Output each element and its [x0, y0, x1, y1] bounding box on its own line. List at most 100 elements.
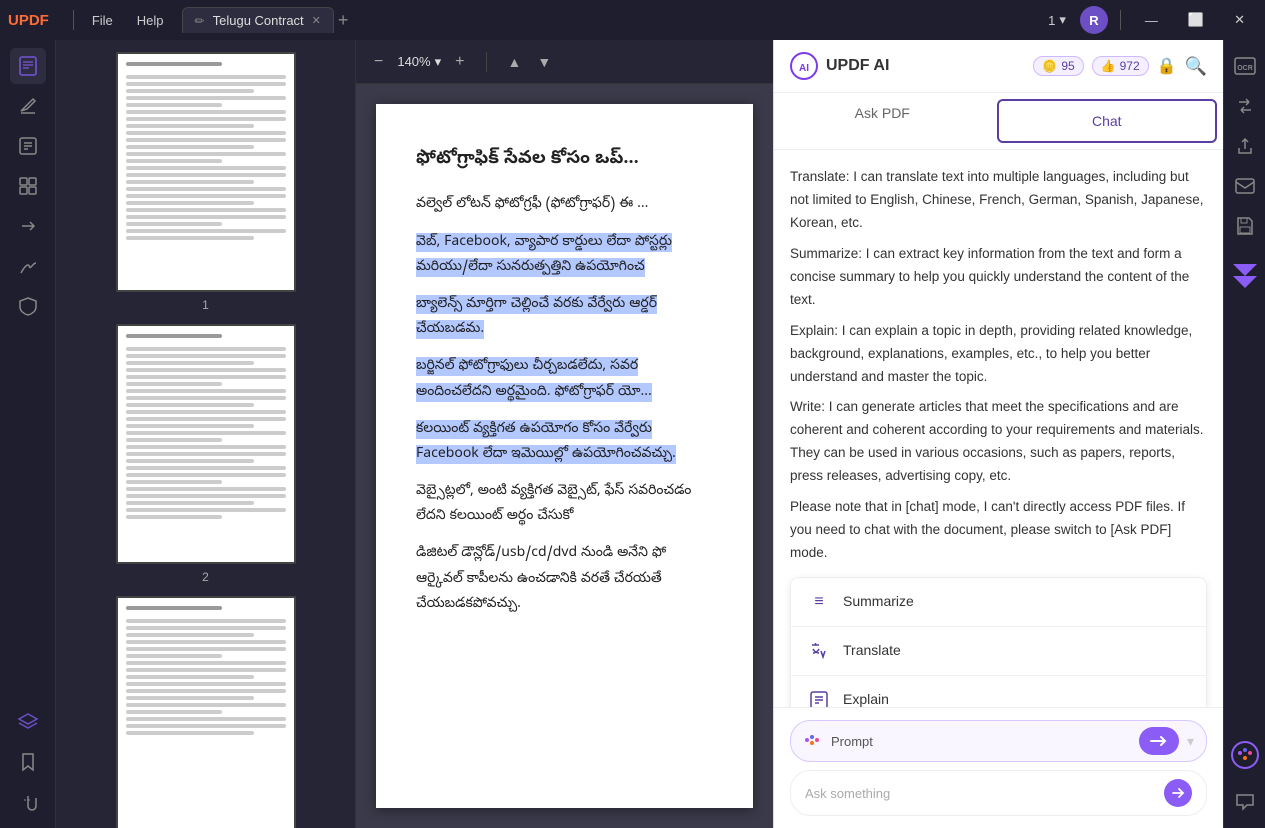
thumbnail-image-3 — [116, 596, 296, 828]
right-ocr-button[interactable]: OCR — [1229, 50, 1261, 82]
prompt-chevron-icon[interactable]: ▾ — [1187, 733, 1194, 750]
ai-panel-title: UPDF AI — [826, 57, 889, 75]
doc-heading: ఫోటోగ్రాఫిక్ సేవల కోసం ఒప్... — [416, 144, 713, 176]
menu-file[interactable]: File — [82, 9, 123, 32]
right-export-button[interactable] — [1229, 130, 1261, 162]
sidebar-item-convert[interactable] — [10, 208, 46, 244]
thumbnail-page-3[interactable]: 3 — [68, 596, 343, 828]
tab-edit-icon: ✏ — [195, 14, 205, 28]
summarize-label: Summarize — [843, 590, 914, 614]
quick-action-translate[interactable]: Translate — [791, 627, 1206, 676]
ai-tabs: Ask PDF Chat — [774, 93, 1223, 150]
doc-para-4: బర్జినల్ ఫోటోగ్రాఫులు చీర్చబడలేదు, సవర అ… — [416, 354, 713, 404]
ai-coin-credit: 🪙 95 — [1033, 56, 1083, 76]
doc-highlight-1: వెబ్, Facebook, వ్యాపార కార్డులు లేదా పో… — [416, 233, 672, 277]
right-chat-button[interactable] — [1229, 786, 1261, 818]
tab-close-button[interactable]: ✕ — [312, 14, 321, 27]
doc-highlight-3: బర్జినల్ ఫోటోగ్రాఫులు చీర్చబడలేదు, సవర అ… — [416, 357, 652, 401]
sidebar-item-reader[interactable] — [10, 48, 46, 84]
quick-action-explain[interactable]: Explain — [791, 676, 1206, 707]
page-down-button[interactable]: ▼ — [533, 52, 555, 72]
page-indicator[interactable]: 1 ▾ — [1048, 12, 1066, 28]
zoom-level-text: 140% — [397, 54, 430, 69]
sidebar-item-annotate[interactable] — [10, 88, 46, 124]
ai-header-credits: 🪙 95 👍 972 🔒 🔍 — [1033, 56, 1207, 77]
user-avatar[interactable]: R — [1080, 6, 1108, 34]
app-logo: UPDF — [8, 12, 49, 29]
doc-para-5: కలయింట్ వ్యక్తిగత ఉపయోగం కోసం వేర్వేరు F… — [416, 417, 713, 467]
right-save-button[interactable] — [1229, 210, 1261, 242]
sidebar-item-layers[interactable] — [10, 704, 46, 740]
ai-panel-header: AI UPDF AI 🪙 95 👍 972 🔒 🔍 — [774, 40, 1223, 93]
menu-help[interactable]: Help — [127, 9, 174, 32]
main-layout: 1 — [0, 40, 1265, 828]
sidebar-item-protect[interactable] — [10, 288, 46, 324]
thumbnail-page-1[interactable]: 1 — [68, 52, 343, 312]
close-button[interactable]: ✕ — [1222, 8, 1257, 32]
new-tab-button[interactable]: + — [338, 11, 349, 29]
doc-para-7: డిజిటల్ డౌన్లోడ్/usb/cd/dvd నుండి అనేని … — [416, 541, 713, 617]
doc-para-3: బ్యాలెన్స్ మార్తిగా చెల్లించే వరకు వేర్వ… — [416, 292, 713, 342]
coin-count: 95 — [1061, 59, 1074, 73]
sidebar-item-bookmark[interactable] — [10, 744, 46, 780]
prompt-dots-icon — [803, 731, 823, 751]
sidebar-item-attachment[interactable] — [10, 784, 46, 820]
doc-para-2: వెబ్, Facebook, వ్యాపార కార్డులు లేదా పో… — [416, 230, 713, 280]
svg-text:OCR: OCR — [1237, 65, 1253, 72]
prompt-arrow-button[interactable] — [1139, 727, 1179, 755]
document-content[interactable]: ఫోటోగ్రాఫిక్ సేవల కోసం ఒప్... వల్వెల్ లో… — [356, 84, 773, 828]
coin-icon: 🪙 — [1042, 59, 1057, 73]
zoom-in-button[interactable]: + — [449, 51, 470, 73]
explain-label: Explain — [843, 688, 889, 707]
ask-placeholder: Ask something — [805, 786, 1156, 801]
toolbar-separator — [486, 52, 487, 72]
zoom-out-button[interactable]: − — [368, 51, 389, 73]
right-sidebar: OCR — [1223, 40, 1265, 828]
left-sidebar — [0, 40, 56, 828]
minimize-button[interactable]: — — [1133, 9, 1170, 32]
right-email-button[interactable] — [1229, 170, 1261, 202]
scroll-down-arrow[interactable] — [1229, 256, 1261, 304]
ask-input-bar[interactable]: Ask something — [790, 770, 1207, 816]
ai-panel: AI UPDF AI 🪙 95 👍 972 🔒 🔍 Ask PDF Chat — [773, 40, 1223, 828]
zoom-level-control[interactable]: 140% ▾ — [397, 54, 441, 70]
quick-action-summarize[interactable]: ≡ Summarize — [791, 578, 1206, 627]
tab-ask-pdf[interactable]: Ask PDF — [774, 93, 991, 149]
updf-ai-fab[interactable] — [1231, 741, 1259, 774]
translate-label: Translate — [843, 639, 901, 663]
maximize-button[interactable]: ⬜ — [1176, 8, 1216, 32]
summarize-icon: ≡ — [807, 590, 831, 614]
sidebar-item-organize[interactable] — [10, 168, 46, 204]
doc-para-1: వల్వెల్ లోటన్ ఫోటోగ్రఫీ (ఫోటోగ్రాఫర్) ఈ … — [416, 192, 713, 217]
explain-icon — [807, 688, 831, 707]
ai-chat-messages[interactable]: Translate: I can translate text into mul… — [774, 150, 1223, 707]
thumbnails-panel[interactable]: 1 — [56, 40, 356, 828]
lock-icon: 🔒 — [1157, 56, 1177, 76]
quick-actions-panel: ≡ Summarize Translate Explain — [790, 577, 1207, 707]
thumbnail-page-number-1: 1 — [202, 298, 209, 312]
ai-message-0: Translate: I can translate text into mul… — [790, 166, 1207, 235]
tab-telugu-contract[interactable]: ✏ Telugu Contract ✕ — [182, 7, 334, 33]
ai-message-3: Write: I can generate articles that meet… — [790, 396, 1207, 488]
page-up-button[interactable]: ▲ — [503, 52, 525, 72]
prompt-bar[interactable]: Prompt ▾ — [790, 720, 1207, 762]
ai-thumb-credit: 👍 972 — [1092, 56, 1149, 76]
title-bar-right: 1 ▾ R — ⬜ ✕ — [1040, 6, 1257, 34]
sidebar-item-edit[interactable] — [10, 128, 46, 164]
ai-message-2: Explain: I can explain a topic in depth,… — [790, 320, 1207, 389]
page-dropdown-icon: ▾ — [1059, 12, 1066, 28]
menu-bar: File Help — [82, 9, 174, 32]
updf-ai-logo: AI — [790, 52, 818, 80]
doc-para-6: వెబ్సైట్లలో, అంటి వ్యక్తిగత వెబ్సైట్, ఫే… — [416, 479, 713, 529]
tab-chat[interactable]: Chat — [997, 99, 1218, 143]
tab-label: Telugu Contract — [213, 13, 304, 28]
title-bar: UPDF File Help ✏ Telugu Contract ✕ + 1 ▾… — [0, 0, 1265, 40]
right-convert-button[interactable] — [1229, 90, 1261, 122]
document-toolbar: − 140% ▾ + ▲ ▼ — [356, 40, 773, 84]
zoom-dropdown-icon: ▾ — [435, 54, 442, 70]
thumbnail-page-2[interactable]: 2 — [68, 324, 343, 584]
send-button[interactable] — [1164, 779, 1192, 807]
separator — [1120, 10, 1121, 30]
sidebar-item-sign[interactable] — [10, 248, 46, 284]
search-icon[interactable]: 🔍 — [1185, 56, 1207, 77]
